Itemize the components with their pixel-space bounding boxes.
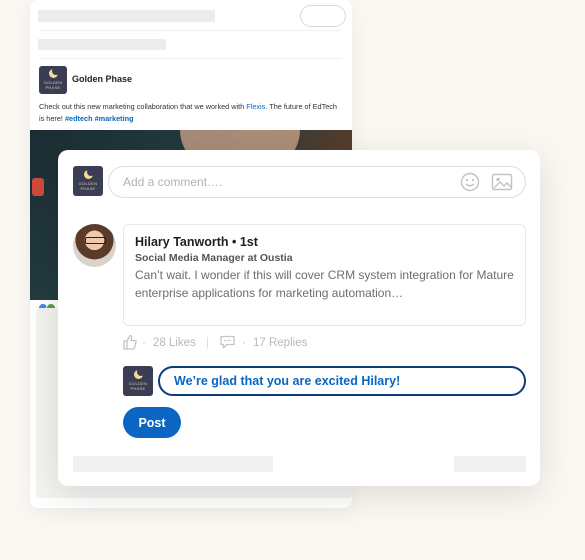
action-separator: | [206, 337, 209, 349]
divider [40, 58, 342, 59]
likes-count[interactable]: 28 Likes [153, 337, 196, 349]
logo-text-top: GOLDEN [78, 180, 98, 186]
placeholder-bar [38, 39, 166, 50]
follow-pill-button[interactable] [300, 5, 346, 27]
placeholder-bar [73, 456, 273, 472]
placeholder-bar [38, 10, 215, 22]
thumbs-up-icon[interactable] [123, 334, 137, 350]
company-logo[interactable]: GOLDEN PHASE [39, 66, 67, 94]
image-icon[interactable] [491, 172, 513, 192]
moon-icon [83, 167, 95, 179]
logo-text-top: GOLDEN [128, 380, 148, 386]
comment-author-role: Social Media Manager at Oustia [135, 252, 293, 264]
comments-panel: GOLDEN PHASE Add a comment…. Hilary Tanw… [58, 150, 540, 486]
reply-input[interactable]: We’re glad that you are excited Hilary! [158, 366, 526, 396]
reply-logo: GOLDEN PHASE [123, 366, 153, 396]
comment-text: Can’t wait. I wonder if this will cover … [135, 268, 514, 300]
comment-author[interactable]: Hilary Tanworth • 1st [135, 235, 258, 249]
flexis-link[interactable]: Flexis [246, 102, 265, 111]
avatar[interactable] [73, 224, 116, 267]
replies-count[interactable]: 17 Replies [253, 337, 307, 349]
add-comment-input[interactable]: Add a comment…. [108, 166, 526, 198]
post-button[interactable]: Post [123, 407, 181, 438]
speech-bubble-icon[interactable] [219, 334, 236, 350]
hashtags-link[interactable]: #edtech #marketing [65, 114, 134, 123]
add-comment-placeholder: Add a comment…. [123, 175, 223, 189]
smiley-icon[interactable] [460, 172, 480, 192]
moon-icon [133, 367, 145, 379]
logo-text-bottom: PHASE [45, 84, 61, 90]
company-name[interactable]: Golden Phase [72, 74, 132, 84]
logo-text-bottom: PHASE [130, 385, 146, 391]
post-text-before: Check out this new marketing collaborati… [39, 102, 247, 111]
divider [40, 30, 342, 31]
placeholder-bar [454, 456, 526, 472]
post-text: Check out this new marketing collaborati… [39, 101, 339, 125]
moon-icon [48, 66, 60, 78]
commenter-logo: GOLDEN PHASE [73, 166, 103, 196]
comment-bubble: Hilary Tanworth • 1st Social Media Manag… [123, 224, 526, 326]
logo-text-top: GOLDEN [43, 79, 63, 85]
reply-input-value: We’re glad that you are excited Hilary! [174, 374, 401, 388]
logo-text-bottom: PHASE [80, 185, 96, 191]
